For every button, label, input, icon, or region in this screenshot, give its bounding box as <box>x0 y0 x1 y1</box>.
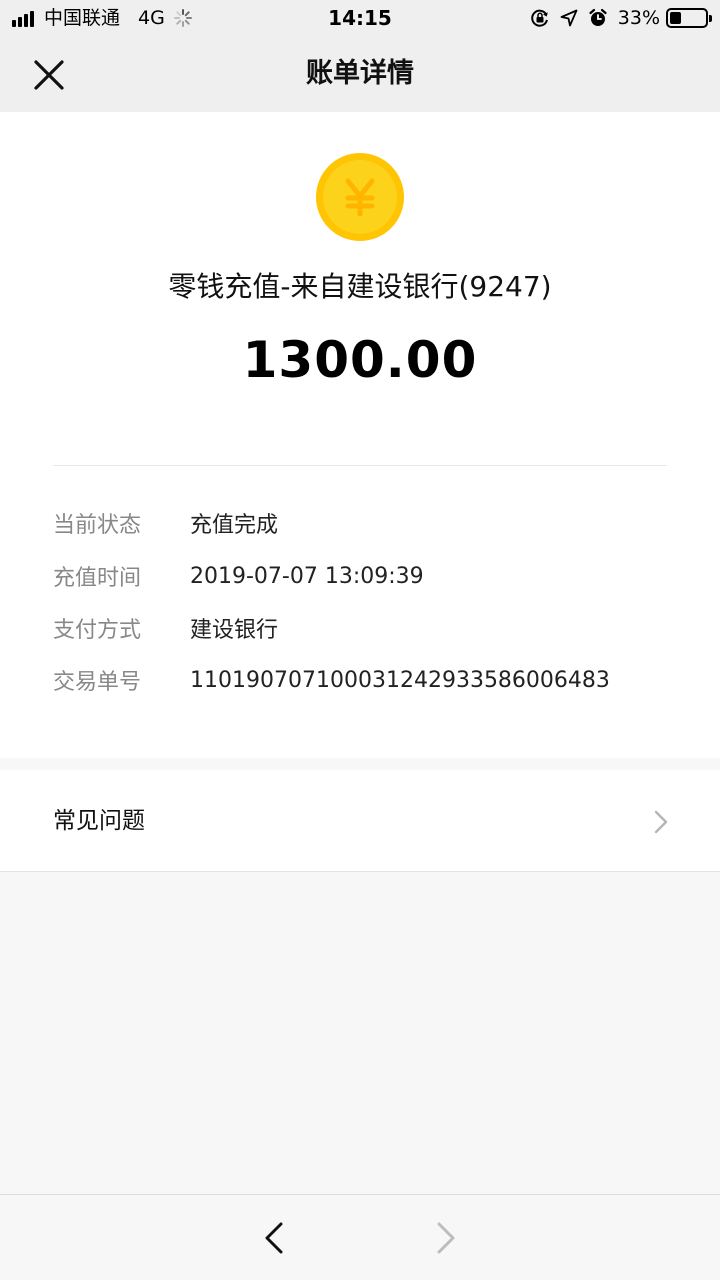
page-title: 账单详情 <box>306 58 414 89</box>
divider <box>53 465 667 466</box>
info-row-time: 充值时间 2019-07-07 13:09:39 <box>53 558 680 594</box>
yuan-symbol-icon <box>345 178 375 217</box>
yuan-coin-icon <box>316 153 404 241</box>
bill-detail-card: 零钱充值-来自建设银行(9247) 1300.00 当前状态 充值完成 充值时间… <box>0 112 720 758</box>
status-bar: 中国联通 4G 14:15 33% <box>0 0 720 36</box>
back-arrow-icon[interactable] <box>264 1222 284 1254</box>
forward-arrow-icon <box>437 1222 455 1254</box>
battery-percent: 33% <box>617 7 660 29</box>
info-label: 当前状态 <box>53 513 142 538</box>
battery-level <box>670 12 681 24</box>
orientation-lock-icon <box>530 9 548 27</box>
bottom-toolbar <box>0 1194 720 1280</box>
info-value: 2019-07-07 13:09:39 <box>190 563 424 589</box>
info-row-status: 当前状态 充值完成 <box>53 505 680 541</box>
info-label: 支付方式 <box>53 618 142 643</box>
info-value: 110190707100031242933586006483 <box>190 667 610 693</box>
chevron-right-icon <box>654 810 668 834</box>
transaction-amount: 1300.00 <box>242 331 478 389</box>
faq-row[interactable]: 常见问题 <box>0 770 720 872</box>
faq-label: 常见问题 <box>53 808 145 834</box>
info-row-transaction-id: 交易单号 110190707100031242933586006483 <box>53 662 680 698</box>
info-row-payment-method: 支付方式 建设银行 <box>53 610 680 646</box>
battery-icon <box>666 8 712 28</box>
status-right: 33% <box>520 6 712 30</box>
nav-bar: 账单详情 <box>0 36 720 112</box>
alarm-clock-icon <box>589 8 607 26</box>
info-value: 充值完成 <box>190 513 279 538</box>
location-arrow-icon <box>560 9 578 27</box>
transaction-title: 零钱充值-来自建设银行(9247) <box>168 270 552 303</box>
info-label: 充值时间 <box>53 566 142 591</box>
close-icon[interactable] <box>30 56 68 94</box>
info-value: 建设银行 <box>190 618 279 643</box>
info-label: 交易单号 <box>53 670 142 695</box>
